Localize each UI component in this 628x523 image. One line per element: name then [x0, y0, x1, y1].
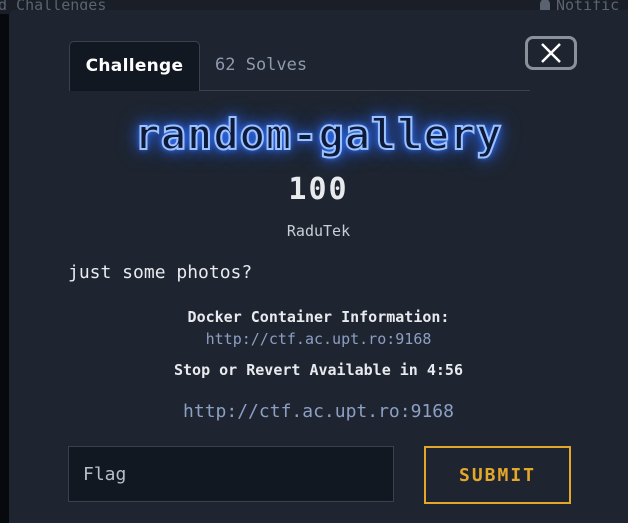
challenge-author: RaduTek: [286, 222, 351, 240]
docker-info-title: Docker Container Information:: [187, 308, 450, 326]
challenge-points: 100: [288, 172, 349, 207]
stop-revert-status: Stop or Revert Available in 4:56: [174, 361, 463, 379]
close-button[interactable]: [525, 36, 577, 70]
tab-solves[interactable]: 62 Solves: [215, 41, 307, 91]
docker-info-link[interactable]: http://ctf.ac.upt.ro:9168: [9, 330, 628, 348]
submit-button[interactable]: SUBMIT: [424, 446, 571, 504]
modal-tabs: Challenge 62 Solves: [69, 41, 530, 91]
tab-challenge[interactable]: Challenge: [69, 41, 200, 91]
connection-link[interactable]: http://ctf.ac.upt.ro:9168: [9, 401, 628, 422]
challenge-name: random-gallery: [133, 109, 503, 160]
challenge-modal: Challenge 62 Solves random-gallery 100 R…: [9, 10, 628, 523]
flag-input[interactable]: [68, 446, 394, 502]
background-strip: [0, 14, 9, 523]
close-icon: [541, 43, 561, 63]
challenge-description: just some photos?: [68, 262, 253, 283]
